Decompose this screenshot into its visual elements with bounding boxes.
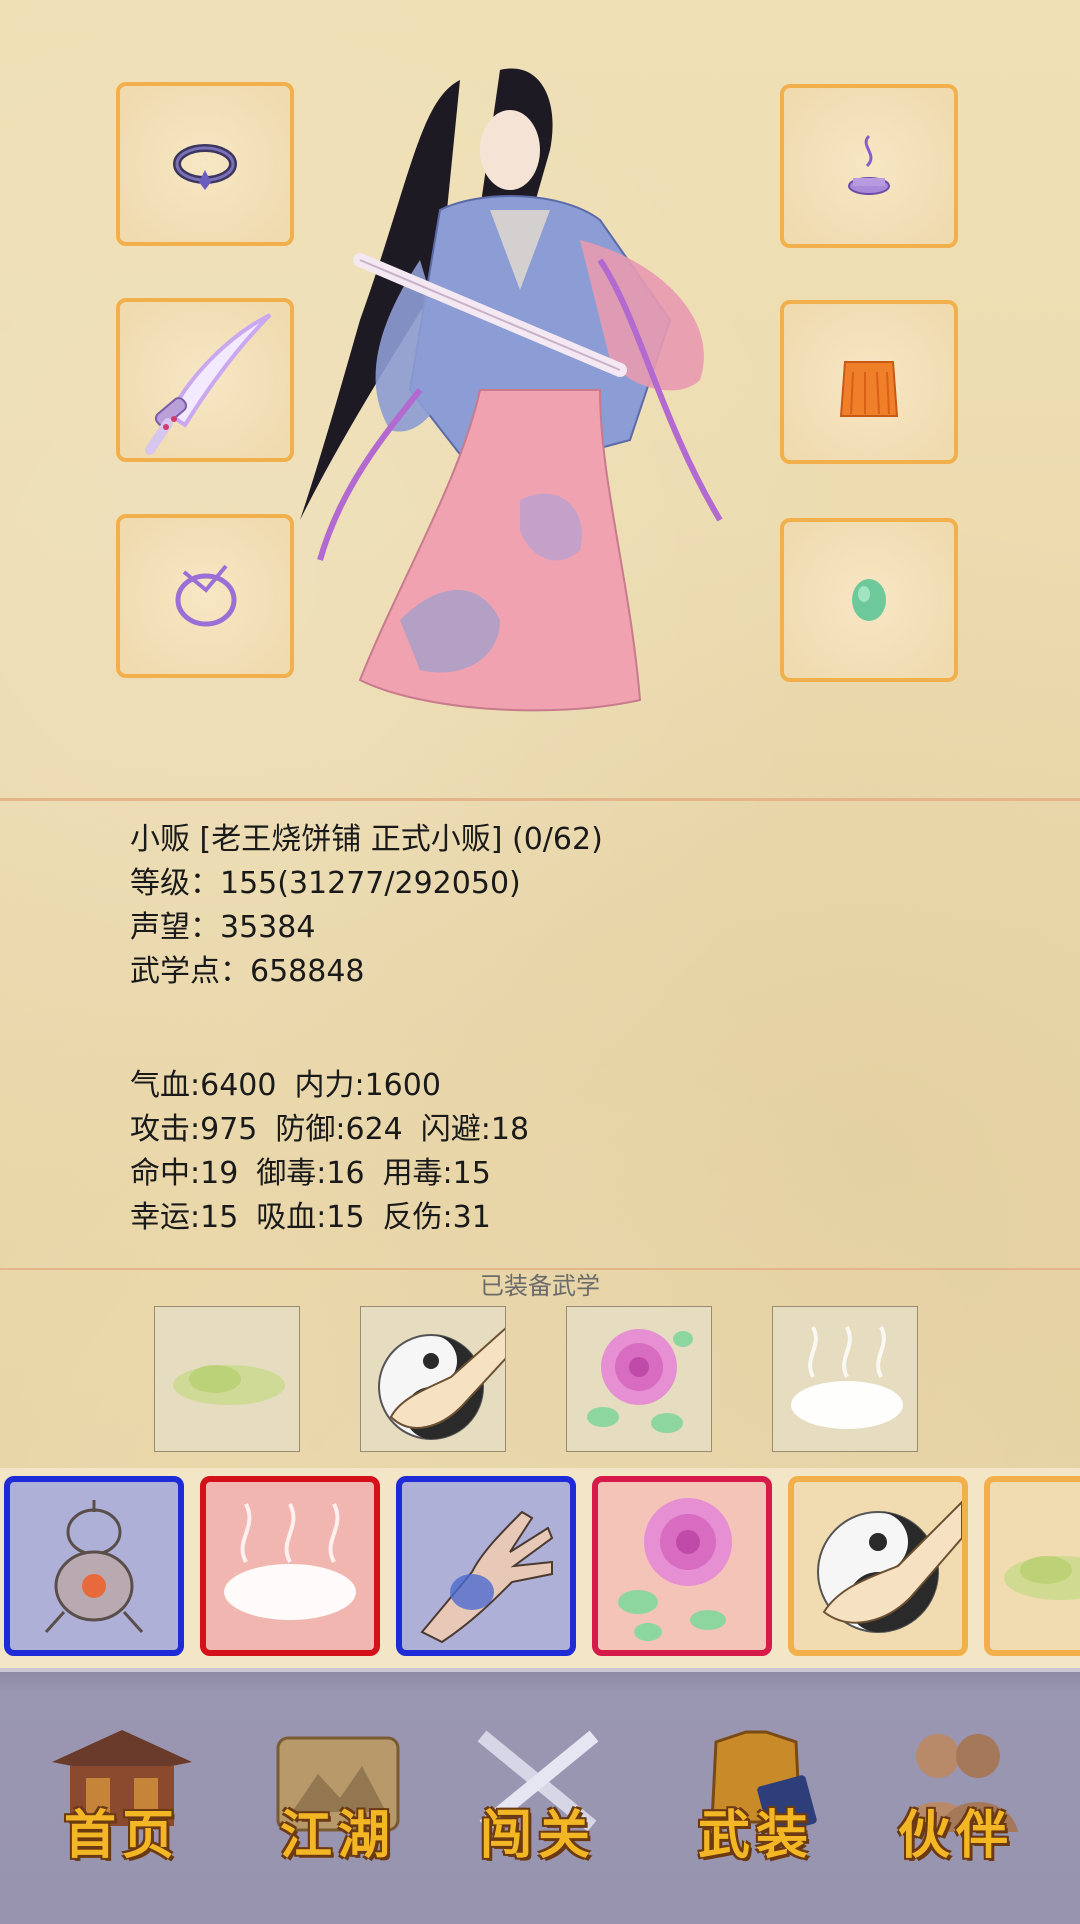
stat-luck: 幸运:15 (130, 1200, 239, 1235)
equip-slot-incense[interactable] (780, 84, 958, 248)
equipped-martial-title: 已装备武学 (480, 1272, 600, 1300)
nav-huoban[interactable]: 伙伴 (876, 1722, 1036, 1882)
equipped-skill-slot-4[interactable] (772, 1306, 918, 1452)
nav-home[interactable]: 首页 (42, 1722, 202, 1882)
equipped-skill-slot-1[interactable] (154, 1306, 300, 1452)
claw-hand-icon (420, 1510, 554, 1644)
nav-chuangguan[interactable]: 闯关 (458, 1722, 618, 1882)
taiji-palm-icon (817, 1500, 962, 1633)
cloud-skill-icon (173, 1365, 285, 1405)
profile-info: 小贩 [老王烧饼铺 正式小贩] (0/62) 等级：155(31277/2920… (130, 818, 603, 994)
skill-card-3[interactable] (396, 1476, 576, 1656)
furnace-skill-icon (44, 1500, 144, 1634)
bottom-nav: 首页 江湖 闯关 武装 伙伴 (0, 1668, 1080, 1924)
mist-skill-icon (224, 1503, 356, 1620)
nav-wuzhuang[interactable]: 武装 (676, 1722, 836, 1882)
equip-slot-jade[interactable] (780, 518, 958, 682)
stat-attack: 攻击:975 (130, 1112, 258, 1147)
equip-slot-weapon[interactable] (116, 298, 294, 462)
nav-chuangguan-label: 闯关 (479, 1805, 596, 1866)
equipped-skill-slot-3[interactable] (566, 1306, 712, 1452)
taiji-palm-icon (378, 1327, 505, 1440)
profile-fame: 声望：35384 (130, 910, 316, 945)
profile-level: 等级：155(31277/292050) (130, 866, 521, 901)
robe-icon (839, 361, 899, 417)
stat-hit: 命中:19 (130, 1156, 239, 1191)
character-portrait (300, 68, 723, 712)
rose-skill-icon (587, 1329, 693, 1433)
cloud-skill-icon (1004, 1556, 1080, 1600)
equip-slot-bracelet[interactable] (116, 514, 294, 678)
stat-defense: 防御:624 (275, 1112, 403, 1147)
stat-hp: 气血:6400 (130, 1068, 277, 1103)
stat-dodge: 闪避:18 (420, 1112, 530, 1147)
stat-poison-use: 用毒:15 (382, 1156, 491, 1191)
profile-title: 小贩 [老王烧饼铺 正式小贩] (0/62) (130, 822, 603, 857)
skill-card-4[interactable] (592, 1476, 772, 1656)
stat-mp: 内力:1600 (294, 1068, 441, 1103)
skill-card-6[interactable] (984, 1476, 1080, 1656)
equipped-skill-slot-2[interactable] (360, 1306, 506, 1452)
stat-row-3: 命中:19 御毒:16 用毒:15 (130, 1152, 547, 1196)
incense-icon (848, 134, 890, 195)
profile-martial-points: 武学点：658848 (130, 954, 365, 989)
jade-icon (852, 579, 886, 621)
ring-icon (173, 144, 237, 190)
stat-lifesteal: 吸血:15 (256, 1200, 365, 1235)
nav-home-label: 首页 (63, 1805, 180, 1866)
equip-slot-robe[interactable] (780, 300, 958, 464)
nav-wuzhuang-label: 武装 (697, 1805, 814, 1866)
stat-reflect: 反伤:31 (382, 1200, 491, 1235)
skill-card-1[interactable] (4, 1476, 184, 1656)
stat-row-1: 气血:6400 内力:1600 (130, 1064, 547, 1108)
rose-skill-icon (618, 1498, 732, 1641)
skill-card-2[interactable] (200, 1476, 380, 1656)
stat-row-2: 攻击:975 防御:624 闪避:18 (130, 1108, 547, 1152)
nav-jianghu[interactable]: 江湖 (258, 1722, 418, 1882)
stat-row-4: 幸运:15 吸血:15 反伤:31 (130, 1196, 547, 1240)
bracelet-icon (175, 564, 237, 627)
stats-panel: 气血:6400 内力:1600 攻击:975 防御:624 闪避:18 命中:19 御毒… (130, 1064, 547, 1240)
divider-top (0, 798, 1080, 801)
mist-skill-icon (791, 1326, 903, 1429)
stat-poison-resist: 御毒:16 (256, 1156, 365, 1191)
skill-card-5[interactable] (788, 1476, 968, 1656)
nav-jianghu-label: 江湖 (279, 1805, 396, 1866)
nav-huoban-label: 伙伴 (897, 1805, 1014, 1866)
sword-icon (145, 313, 272, 455)
equip-slot-ring[interactable] (116, 82, 294, 246)
